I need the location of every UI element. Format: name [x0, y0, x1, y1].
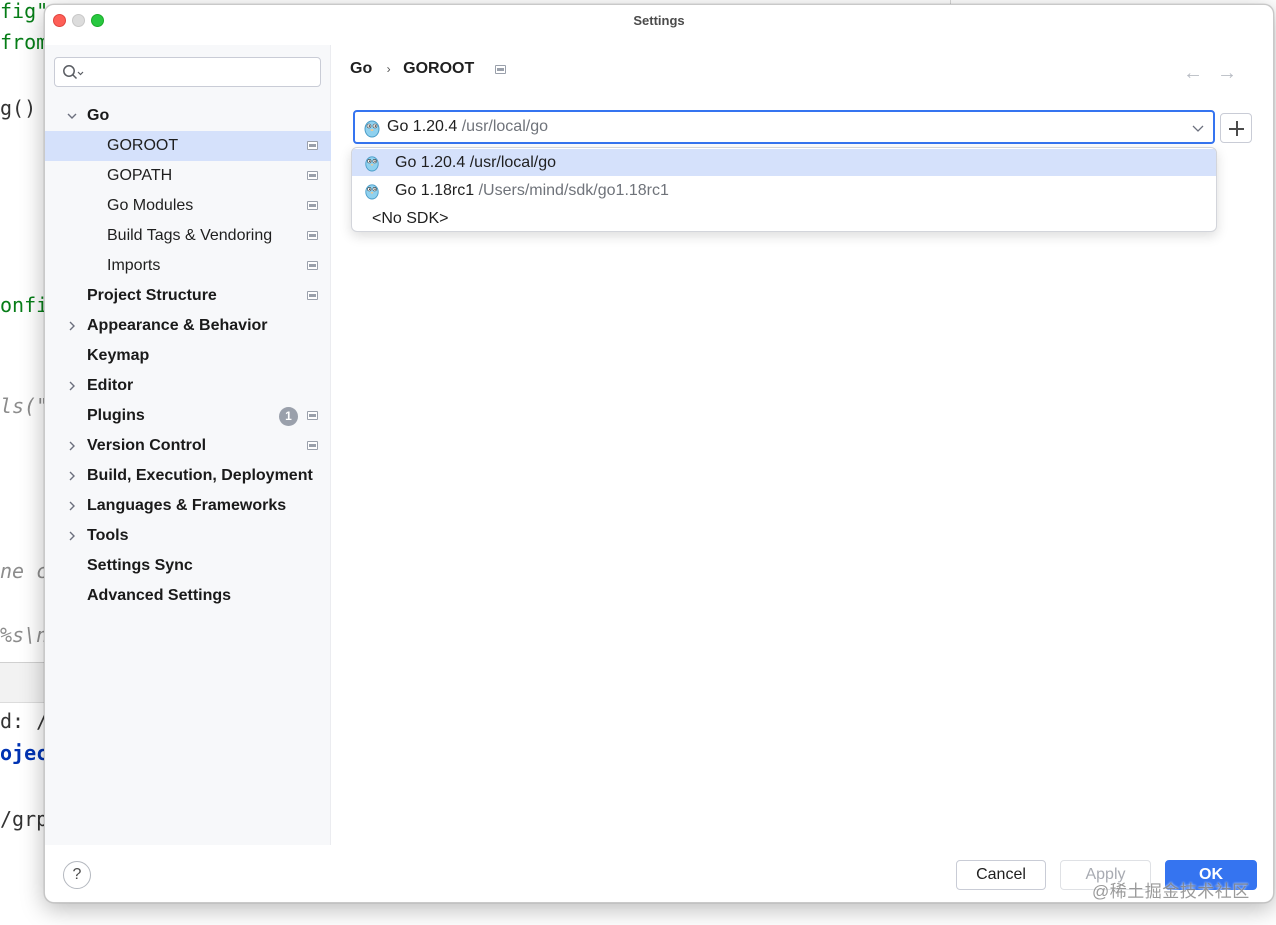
chevron-down-icon: [1192, 125, 1204, 132]
chevron-right-icon[interactable]: [65, 311, 79, 341]
code-line: fig": [0, 0, 49, 23]
settings-tree: Go GOROOT GOPATH Go Modules Build Tags &…: [45, 101, 331, 611]
forward-arrow-icon[interactable]: →: [1217, 63, 1237, 83]
sdk-option-label: Go 1.20.4 /usr/local/go: [395, 149, 556, 176]
code-line: %s\n: [0, 623, 49, 647]
tree-item-appearance-behavior[interactable]: Appearance & Behavior: [45, 311, 331, 341]
tree-item-settings-sync[interactable]: Settings Sync: [45, 551, 331, 581]
tree-item-go-modules[interactable]: Go Modules: [45, 191, 331, 221]
code-line: g(): [0, 96, 37, 120]
chevron-right-icon[interactable]: [65, 431, 79, 461]
tree-item-keymap[interactable]: Keymap: [45, 341, 331, 371]
sdk-option-label: Go 1.18rc1 /Users/mind/sdk/go1.18rc1: [395, 177, 669, 204]
sdk-option-path: /usr/local/go: [465, 154, 556, 171]
chevron-right-icon[interactable]: [65, 371, 79, 401]
code-line: /grp: [0, 807, 49, 831]
back-arrow-icon[interactable]: ←: [1183, 63, 1203, 83]
project-level-icon: [307, 291, 318, 300]
tree-item-gopath[interactable]: GOPATH: [45, 161, 331, 191]
cancel-button[interactable]: Cancel: [956, 860, 1046, 890]
tree-item-label: GOPATH: [107, 167, 173, 184]
chevron-right-icon[interactable]: [65, 491, 79, 521]
sdk-selected-name: Go 1.20.4: [387, 118, 458, 135]
tree-item-label: Languages & Frameworks: [87, 497, 287, 514]
add-sdk-button[interactable]: [1220, 113, 1252, 143]
gopher-icon: [365, 184, 379, 200]
sdk-option[interactable]: Go 1.18rc1 /Users/mind/sdk/go1.18rc1: [352, 177, 1216, 204]
tool-window-header: [0, 663, 44, 703]
sdk-option-path: /Users/mind/sdk/go1.18rc1: [474, 182, 669, 199]
watermark: @稀土掘金技术社区: [1092, 882, 1250, 901]
tree-item-label: Build Tags & Vendoring: [107, 227, 273, 244]
help-button[interactable]: ?: [63, 861, 91, 889]
tree-item-label: Tools: [87, 527, 129, 544]
sdk-option-name: Go 1.18rc1: [395, 182, 475, 199]
gopher-icon: [365, 156, 379, 172]
tree-item-version-control[interactable]: Version Control: [45, 431, 331, 461]
code-line: ojec: [0, 741, 49, 765]
project-level-icon: [494, 64, 506, 74]
tree-item-project-structure[interactable]: Project Structure: [45, 281, 331, 311]
settings-dialog: Settings Go GOROOT GOPATH Go Modules Bui…: [44, 4, 1274, 903]
project-level-icon: [307, 201, 318, 210]
tree-item-label: Build, Execution, Deployment: [87, 467, 313, 484]
tree-item-label: GOROOT: [107, 137, 179, 154]
tree-item-label: Project Structure: [87, 287, 217, 304]
code-line: d: /: [0, 709, 49, 733]
sdk-selected-path: /usr/local/go: [461, 118, 548, 135]
tree-item-editor[interactable]: Editor: [45, 371, 331, 401]
tree-item-languages-frameworks[interactable]: Languages & Frameworks: [45, 491, 331, 521]
tree-item-build-execution-deployment[interactable]: Build, Execution, Deployment: [45, 461, 331, 491]
tree-item-label: Editor: [87, 377, 134, 394]
chevron-right-icon[interactable]: [65, 461, 79, 491]
sdk-option-name: Go 1.20.4: [395, 154, 466, 171]
gopher-icon: [364, 120, 380, 138]
breadcrumb-separator: ›: [386, 62, 391, 76]
project-level-icon: [307, 231, 318, 240]
search-icon: [63, 65, 84, 80]
tree-item-tools[interactable]: Tools: [45, 521, 331, 551]
tree-item-label: Go: [87, 107, 110, 124]
sdk-selected-value: Go 1.20.4 /usr/local/go: [387, 112, 548, 142]
sdk-option[interactable]: Go 1.20.4 /usr/local/go: [352, 149, 1216, 176]
title-bar[interactable]: Settings: [45, 5, 1273, 37]
breadcrumb-current: GOROOT: [403, 60, 475, 77]
tree-item-label: Advanced Settings: [87, 587, 232, 604]
tree-item-advanced-settings[interactable]: Advanced Settings: [45, 581, 331, 611]
breadcrumb-parent[interactable]: Go: [350, 60, 372, 78]
search-input[interactable]: [54, 57, 321, 87]
tree-item-build-tags[interactable]: Build Tags & Vendoring: [45, 221, 331, 251]
dialog-title: Settings: [633, 13, 685, 28]
tree-item-label: Plugins: [87, 407, 145, 424]
chevron-right-icon[interactable]: [65, 521, 79, 551]
tree-item-go[interactable]: Go: [45, 101, 331, 131]
project-level-icon: [307, 141, 318, 150]
tree-item-label: Settings Sync: [87, 557, 193, 574]
settings-sidebar: Go GOROOT GOPATH Go Modules Build Tags &…: [45, 45, 331, 845]
breadcrumb: Go › GOROOT: [350, 60, 506, 84]
updates-count-badge: 1: [279, 407, 298, 426]
tree-item-goroot[interactable]: GOROOT: [45, 131, 331, 161]
sdk-option[interactable]: <No SDK>: [352, 205, 1216, 231]
tree-item-imports[interactable]: Imports: [45, 251, 331, 281]
tree-item-label: Go Modules: [107, 197, 194, 214]
chevron-down-icon[interactable]: [65, 101, 79, 131]
code-line: ls(": [0, 394, 49, 418]
tree-item-label: Imports: [107, 257, 161, 274]
tree-item-label: Appearance & Behavior: [87, 317, 268, 334]
project-level-icon: [307, 411, 318, 420]
tree-item-label: Keymap: [87, 347, 150, 364]
tree-item-plugins[interactable]: Plugins 1: [45, 401, 331, 431]
project-level-icon: [307, 171, 318, 180]
sdk-dropdown-list: Go 1.20.4 /usr/local/go Go 1.18rc1 /User…: [351, 147, 1217, 232]
tree-item-label: Version Control: [87, 437, 207, 454]
sdk-selector[interactable]: Go 1.20.4 /usr/local/go: [353, 110, 1215, 144]
sdk-option-label: <No SDK>: [372, 210, 449, 227]
project-level-icon: [307, 261, 318, 270]
project-level-icon: [307, 441, 318, 450]
